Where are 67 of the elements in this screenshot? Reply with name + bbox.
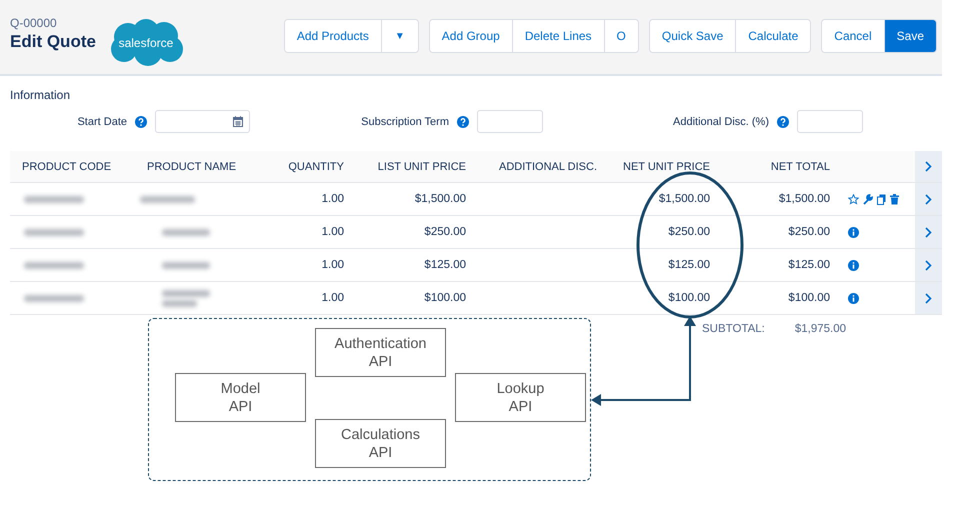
column-header: NET UNIT PRICE (600, 151, 716, 183)
page-title: Edit Quote (10, 32, 96, 52)
api-box: Authentication API (315, 328, 446, 377)
blurred-text (162, 262, 210, 268)
chevron-right-icon[interactable] (925, 292, 932, 304)
api-box: Lookup API (455, 373, 586, 422)
api-box: Calculations API (315, 419, 446, 468)
table-cell: $250.00 (716, 216, 836, 249)
chevron-right-icon[interactable] (925, 260, 932, 270)
blurred-text (140, 196, 195, 202)
table-cell: $1,500.00 (350, 183, 472, 216)
dropdown-button[interactable]: ▼ (380, 20, 418, 52)
blurred-text (24, 262, 84, 268)
api-box: Model API (175, 373, 306, 422)
column-header: PRODUCT CODE (10, 151, 140, 183)
info-icon[interactable] (848, 226, 859, 238)
table-cell: 1.00 (250, 216, 350, 249)
info-icon[interactable] (848, 260, 859, 270)
blurred-text (24, 196, 84, 202)
input-field[interactable] (477, 110, 543, 133)
subtotal-value: $1,975.00 (794, 323, 846, 335)
blurred-text (162, 290, 210, 306)
chevron-right-icon[interactable] (925, 226, 932, 238)
copy-icon[interactable] (877, 194, 886, 204)
table-cell: $100.00 (716, 282, 836, 315)
table-cell: 1.00 (250, 282, 350, 315)
table-cell: $1,500.00 (600, 183, 716, 216)
table-cell: $100.00 (350, 282, 472, 315)
calendar-icon[interactable] (233, 116, 243, 127)
help-icon[interactable] (777, 116, 789, 128)
column-header: ADDITIONAL DISC. (472, 151, 600, 183)
input-field[interactable] (797, 110, 863, 133)
chevron-right-icon[interactable] (925, 161, 932, 172)
chevron-right-icon[interactable] (925, 194, 932, 204)
table-cell: 1.00 (250, 249, 350, 282)
section-title: Information (10, 88, 72, 102)
blurred-text (162, 228, 210, 236)
column-header: PRODUCT NAME (140, 151, 250, 183)
info-icon[interactable] (848, 292, 859, 304)
help-icon[interactable] (457, 116, 469, 128)
wrench-icon[interactable] (863, 194, 873, 204)
column-header: LIST UNIT PRICE (350, 151, 472, 183)
field-label: Start Date (77, 116, 127, 128)
table-cell: $125.00 (350, 249, 472, 282)
table-cell: $100.00 (600, 282, 716, 315)
table-cell: $125.00 (600, 249, 716, 282)
table-cell: $1,500.00 (716, 183, 836, 216)
table-cell: $125.00 (716, 249, 836, 282)
record-number: Q-00000 (10, 16, 58, 30)
trash-icon[interactable] (890, 194, 899, 204)
blurred-text (24, 228, 84, 236)
subtotal-label: SUBTOTAL: (702, 323, 765, 335)
save-button[interactable]: Save (884, 20, 936, 52)
field-label: Subscription Term (361, 116, 449, 128)
help-icon[interactable] (135, 116, 147, 128)
table-cell: $250.00 (600, 216, 716, 249)
toolbar-button[interactable]: Calculate (735, 20, 810, 52)
column-header: NET TOTAL (716, 151, 836, 183)
star-icon[interactable] (848, 194, 859, 204)
field-label: Additional Disc. (%) (673, 116, 769, 128)
date-field[interactable] (155, 110, 250, 133)
blurred-text (24, 294, 84, 302)
table-cell: $250.00 (350, 216, 472, 249)
table-cell: 1.00 (250, 183, 350, 216)
toolbar-button[interactable]: O (604, 20, 638, 52)
column-header: QUANTITY (250, 151, 350, 183)
logo: salesforce (106, 19, 186, 67)
